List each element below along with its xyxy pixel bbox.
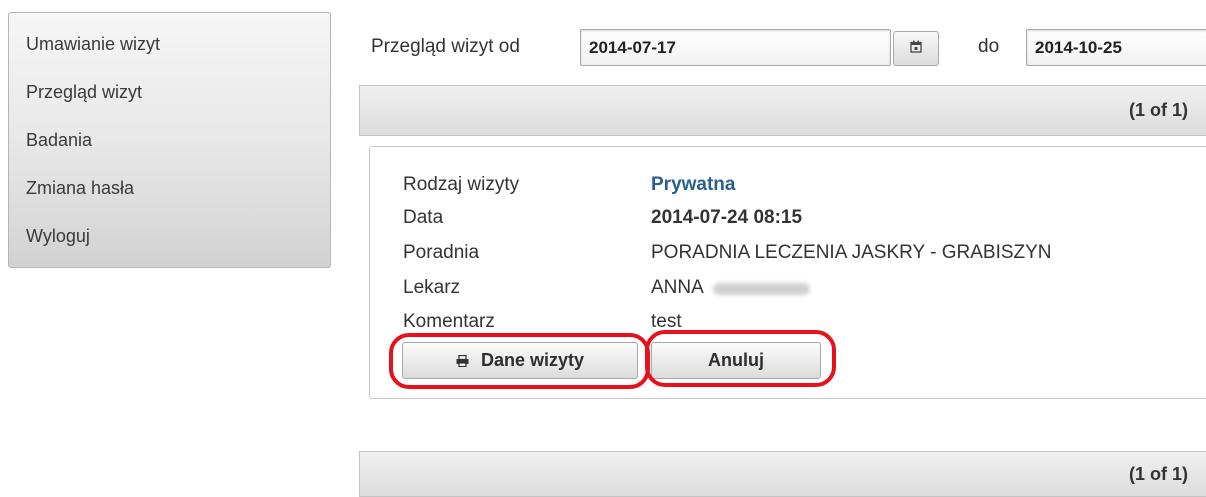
date-to-label: do (978, 36, 1000, 57)
visit-type-label: Rodzaj wizyty (403, 174, 520, 195)
sidebar-item-umawianie-wizyt[interactable]: Umawianie wizyt (26, 34, 160, 55)
calendar-icon (910, 40, 922, 58)
sidebar-item-przeglad-wizyt[interactable]: Przegląd wizyt (26, 82, 142, 103)
paginator-bottom: (1 of 1) (359, 451, 1206, 497)
redacted-surname (713, 283, 810, 295)
visit-details-label: Dane wizyty (480, 350, 585, 370)
visit-type-value: Prywatna (651, 174, 736, 195)
visit-details-button[interactable]: Dane wizyty (402, 342, 638, 379)
cancel-button[interactable]: Anuluj (651, 342, 821, 379)
sidebar-menu: Umawianie wizyt Przegląd wizyt Badania Z… (8, 12, 331, 268)
date-from-label: Przegląd wizyt od (371, 36, 520, 57)
page-report: (1 of 1) (1128, 464, 1188, 484)
sidebar-item-zmiana-hasla[interactable]: Zmiana hasła (26, 178, 134, 199)
doctor-label: Lekarz (403, 277, 461, 298)
print-icon (456, 354, 469, 367)
cancel-button-label: Anuluj (708, 350, 764, 370)
doctor-value: ANNA (651, 277, 704, 298)
comment-value: test (651, 311, 682, 332)
comment-label: Komentarz (403, 311, 495, 332)
date-from-input[interactable] (580, 29, 891, 66)
clinic-label: Poradnia (403, 242, 480, 263)
date-to-input[interactable] (1026, 29, 1206, 66)
paginator-top: (1 of 1) (359, 85, 1206, 136)
visit-date-value: 2014-07-24 08:15 (651, 207, 803, 228)
sidebar-item-wyloguj[interactable]: Wyloguj (26, 226, 90, 247)
clinic-value: PORADNIA LECZENIA JASKRY - GRABISZYN (651, 242, 1052, 263)
sidebar-item-badania[interactable]: Badania (26, 130, 92, 151)
page-report: (1 of 1) (1128, 100, 1188, 120)
calendar-button[interactable] (893, 31, 939, 66)
visit-date-label: Data (403, 207, 444, 228)
